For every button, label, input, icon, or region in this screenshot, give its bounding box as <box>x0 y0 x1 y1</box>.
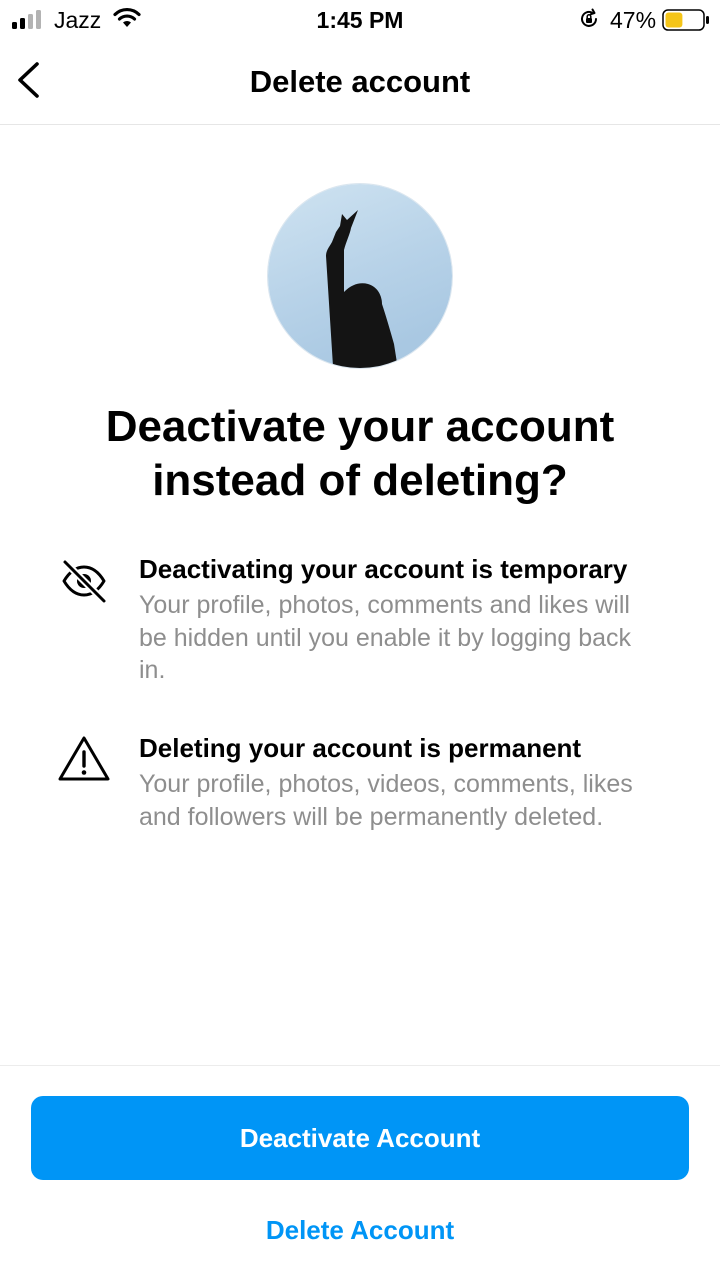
eye-off-icon <box>61 558 108 605</box>
battery-percent: 47% <box>610 7 657 33</box>
headline: Deactivate your account instead of delet… <box>105 402 615 505</box>
warning-icon <box>58 736 110 781</box>
orientation-lock-icon <box>581 8 597 27</box>
battery-icon <box>662 9 709 31</box>
nav-header: Delete account <box>0 40 720 125</box>
status-bar: Jazz 1:45 PM 47% <box>0 0 720 40</box>
profile-photo <box>268 184 452 368</box>
info-body-permanent: Your profile, photos, videos, comments, … <box>139 770 633 831</box>
info-body-temporary: Your profile, photos, comments and likes… <box>139 591 632 684</box>
avatar <box>268 184 452 368</box>
page-title: Delete account <box>249 64 471 99</box>
delete-account-screen: Jazz 1:45 PM 47% Delete account Deactiva… <box>0 0 720 1280</box>
info-title-temporary: Deactivating your account is temporary <box>139 554 628 584</box>
delete-account-button[interactable]: Delete Account <box>160 1208 560 1252</box>
deactivate-account-button[interactable]: Deactivate Account <box>31 1096 689 1180</box>
info-item-temporary: Deactivating your account is temporary Y… <box>56 553 676 693</box>
info-item-permanent: Deleting your account is permanent Your … <box>56 732 676 872</box>
battery-fill <box>665 12 683 28</box>
bottom-divider <box>0 1065 720 1066</box>
info-title-permanent: Deleting your account is permanent <box>139 733 582 763</box>
